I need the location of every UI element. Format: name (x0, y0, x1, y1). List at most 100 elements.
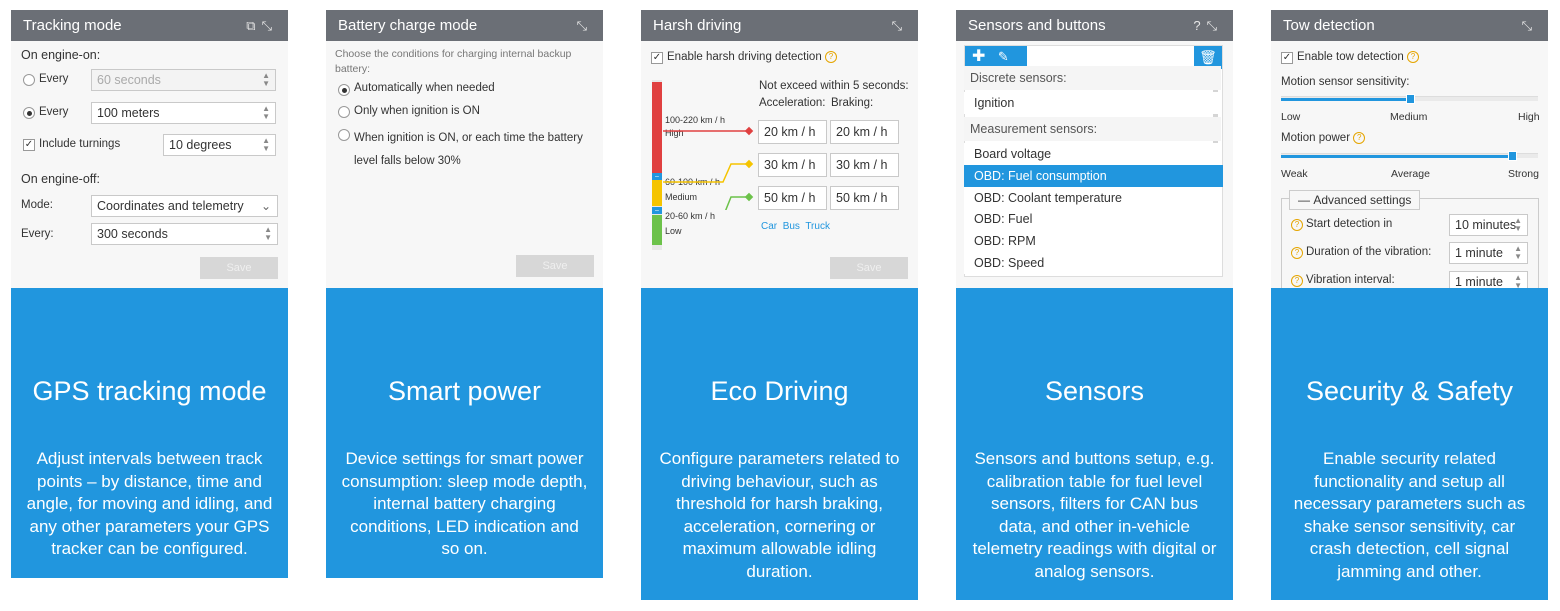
feature-banner: Security & Safety Enable security relate… (1271, 288, 1548, 600)
medium-acceleration-input[interactable]: 30 km / h (758, 153, 827, 177)
panel-header: Harsh driving ⤡ (641, 10, 918, 41)
mode-label: Mode: (21, 199, 53, 211)
sensitivity-slider[interactable] (1281, 94, 1538, 104)
card-tow-detection: Tow detection ⤡ ✓ Enable tow detection ?… (1271, 10, 1548, 600)
high-acceleration-input[interactable]: 20 km / h (758, 120, 827, 144)
high-braking-input[interactable]: 20 km / h (830, 120, 899, 144)
every-meters-input[interactable]: 100 meters ▲ ▼ (91, 102, 276, 124)
list-item[interactable]: OBD: Fuel (964, 208, 1221, 230)
help-icon[interactable]: ? (1291, 275, 1303, 287)
help-icon[interactable]: ? (1291, 247, 1303, 259)
add-icon[interactable]: ✚ (972, 48, 985, 65)
enable-harsh-label: Enable harsh driving detection (667, 51, 822, 64)
power-tick-strong: Strong (1508, 168, 1539, 180)
stepper-icon[interactable]: ▲ ▼ (264, 226, 272, 242)
turnings-degrees-input[interactable]: 10 degrees ▲ ▼ (163, 134, 276, 156)
slider-handle[interactable] (1508, 151, 1518, 161)
help-icon[interactable]: ? (1353, 132, 1366, 144)
enable-harsh-checkbox[interactable]: ✓ (651, 52, 663, 64)
discrete-sensors-header: Discrete sensors: (964, 66, 1221, 90)
feature-description: Device settings for smart power consumpt… (341, 449, 588, 558)
low-acceleration-input[interactable]: 50 km / h (758, 186, 827, 210)
collapse-icon[interactable]: ⤡ (262, 18, 278, 33)
collapse-icon[interactable]: ⤡ (1207, 18, 1223, 33)
battery-hint: Choose the conditions for charging inter… (335, 48, 572, 75)
mode-select[interactable]: Coordinates and telemetry ⌄ (91, 195, 278, 217)
panel-title: Sensors and buttons (968, 17, 1106, 34)
help-icon[interactable]: ? (1406, 51, 1419, 63)
collapse-icon[interactable]: ⤡ (892, 18, 908, 33)
help-icon[interactable]: ? (1291, 219, 1303, 231)
vehicle-truck-link[interactable]: Truck (805, 221, 830, 232)
panel-title: Tow detection (1283, 17, 1375, 34)
list-item[interactable]: OBD: RPM (964, 230, 1221, 252)
slider-fill (1281, 98, 1410, 101)
feature-title: Eco Driving (710, 376, 849, 406)
start-detection-input[interactable]: 10 minutes ▲ ▼ (1449, 214, 1528, 236)
vehicle-car-link[interactable]: Car (761, 221, 777, 232)
option-ignition-label: Only when ignition is ON (354, 105, 480, 117)
power-tick-weak: Weak (1281, 168, 1308, 180)
panel-header: Tow detection ⤡ (1271, 10, 1548, 41)
help-icon[interactable]: ? (824, 51, 837, 63)
tow-detection-panel: Tow detection ⤡ ✓ Enable tow detection ?… (1271, 10, 1548, 288)
save-button[interactable]: Save (830, 257, 908, 279)
tracking-mode-panel: Tracking mode ⧉⤡ On engine-on: Every 60 … (11, 10, 288, 288)
collapse-icon[interactable]: ⤡ (577, 18, 593, 33)
copy-icon[interactable]: ⧉ (246, 18, 261, 33)
vehicle-bus-link[interactable]: Bus (783, 221, 800, 232)
stepper-icon[interactable]: ▲ ▼ (1514, 274, 1522, 289)
advanced-settings-label: Advanced settings (1313, 193, 1412, 207)
every-meters-radio[interactable] (23, 107, 35, 119)
feature-banner: GPS tracking mode Adjust intervals betwe… (11, 288, 288, 578)
power-slider[interactable] (1281, 151, 1538, 161)
high-brake-value: 20 km / h (836, 125, 888, 139)
advanced-settings-toggle[interactable]: — Advanced settings (1289, 190, 1421, 210)
help-icon[interactable]: ? (1193, 18, 1206, 33)
vibration-duration-input[interactable]: 1 minute ▲ ▼ (1449, 242, 1528, 264)
medium-braking-input[interactable]: 30 km / h (830, 153, 899, 177)
slider-handle[interactable] (1405, 94, 1415, 104)
feature-description: Adjust intervals between track points – … (26, 449, 273, 558)
option-ignition-radio[interactable] (338, 106, 350, 118)
edit-icon[interactable]: ✎ (998, 49, 1009, 64)
every-meters-label: Every (39, 106, 69, 118)
panel-title: Tracking mode (23, 17, 122, 34)
card-tracking-mode: Tracking mode ⧉⤡ On engine-on: Every 60 … (11, 10, 288, 578)
acceleration-label: Acceleration: (759, 97, 826, 109)
every-seconds-label: Every (39, 73, 69, 85)
enable-tow-row: Enable tow detection ? (1297, 51, 1419, 63)
vibration-interval-label: Vibration interval: (1306, 274, 1395, 286)
stepper-icon[interactable]: ▲ ▼ (1514, 217, 1522, 233)
stepper-icon[interactable]: ▲ ▼ (262, 137, 270, 153)
collapse-icon[interactable]: ⤡ (1522, 18, 1538, 33)
level-divider-handle[interactable]: – (652, 207, 662, 214)
save-button[interactable]: Save (200, 257, 278, 279)
not-exceed-label: Not exceed within 5 seconds: (759, 80, 909, 92)
stepper-icon[interactable]: ▲ ▼ (262, 105, 270, 121)
every-off-value: 300 seconds (97, 227, 168, 241)
every-seconds-off-input[interactable]: 300 seconds ▲ ▼ (91, 223, 278, 245)
include-turnings-label: Include turnings (39, 138, 121, 150)
level-high-bar (652, 82, 662, 174)
every-seconds-input[interactable]: 60 seconds ▲ ▼ (91, 69, 276, 91)
level-divider-handle[interactable]: – (652, 173, 662, 180)
list-item[interactable]: OBD: Speed (964, 252, 1221, 274)
start-detection-label: Start detection in (1306, 218, 1393, 230)
every-seconds-radio[interactable] (23, 74, 35, 86)
list-item[interactable]: OBD: Coolant temperature (964, 187, 1221, 209)
save-button[interactable]: Save (516, 255, 594, 277)
option-automatic-radio[interactable] (338, 84, 350, 96)
battery-panel: Battery charge mode ⤡ Choose the conditi… (326, 10, 603, 288)
list-item[interactable]: Board voltage (964, 143, 1221, 165)
stepper-icon[interactable]: ▲ ▼ (262, 72, 270, 88)
include-turnings-checkbox[interactable]: ✓ (23, 139, 35, 151)
low-braking-input[interactable]: 50 km / h (830, 186, 899, 210)
list-item-selected[interactable]: OBD: Fuel consumption (964, 165, 1223, 187)
vibration-interval-input[interactable]: 1 minute ▲ ▼ (1449, 271, 1528, 288)
enable-tow-checkbox[interactable]: ✓ (1281, 52, 1293, 64)
sensitivity-tick-medium: Medium (1390, 111, 1428, 123)
stepper-icon[interactable]: ▲ ▼ (1514, 245, 1522, 261)
list-item[interactable]: Ignition (964, 92, 1221, 114)
option-threshold-radio[interactable] (338, 129, 350, 141)
